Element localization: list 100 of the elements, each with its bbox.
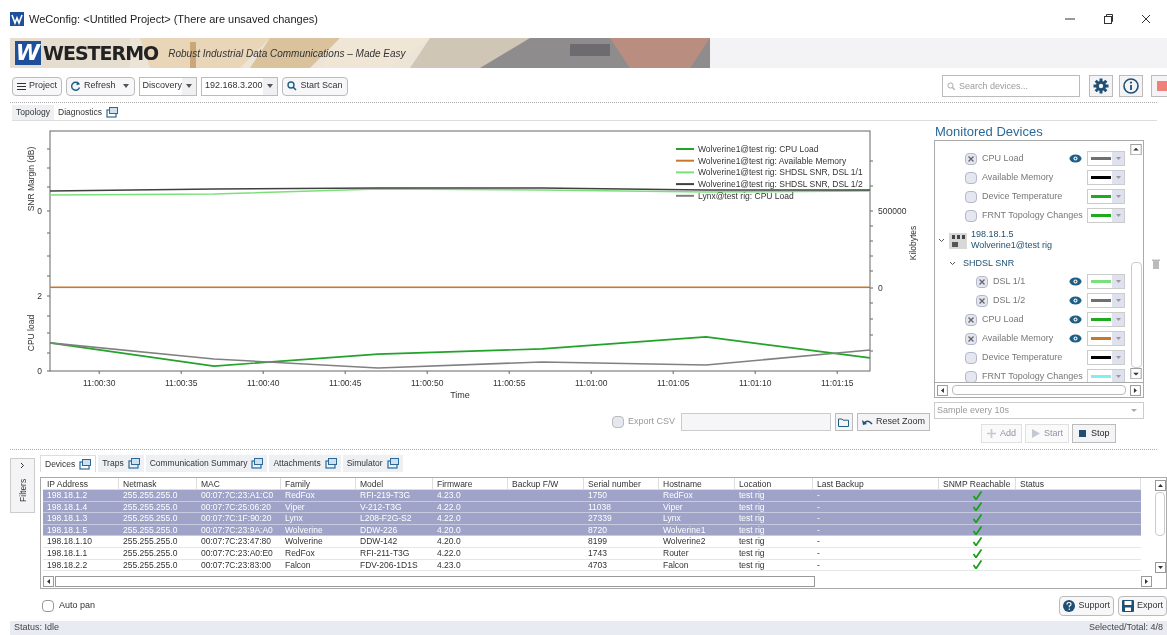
refresh-button[interactable]: Refresh — [66, 76, 135, 96]
scroll-thumb[interactable] — [1130, 262, 1142, 368]
column-header[interactable]: Location — [735, 478, 813, 490]
export-button[interactable]: Export — [1118, 596, 1167, 616]
checkbox[interactable] — [965, 209, 977, 222]
scroll-right-icon[interactable] — [1130, 384, 1141, 396]
color-dropdown[interactable] — [1087, 369, 1125, 382]
table-cell-text: - — [816, 547, 821, 559]
table-row[interactable]: 198.18.1.10 255.255.255.0 00:07:7C:23:47:80 Wolverine DDW-142 4.20.0 8199 Wolverine2 test rig - — [43, 536, 1141, 548]
checkbox[interactable] — [965, 313, 977, 326]
caret-icon — [1115, 176, 1121, 179]
panel-title: Monitored Devices — [935, 123, 1044, 140]
table-cell-text: 198.18.1.2 — [46, 490, 89, 501]
checkbox[interactable] — [611, 416, 624, 428]
color-dropdown[interactable] — [1087, 293, 1125, 308]
panel-tab[interactable]: Devices — [40, 455, 97, 472]
view-tab[interactable]: Topology — [12, 105, 55, 120]
scroll-up-icon[interactable] — [1154, 480, 1166, 491]
restore-icon[interactable] — [1103, 14, 1113, 24]
table-cell-text: 255.255.255.0 — [122, 536, 179, 547]
scroll-thumb[interactable] — [951, 385, 1127, 395]
settings-button[interactable] — [1089, 75, 1113, 97]
column-header[interactable]: IP Address — [43, 478, 119, 490]
checkbox[interactable] — [965, 370, 977, 382]
close-icon[interactable] — [1141, 14, 1151, 24]
column-header[interactable]: Backup F/W — [508, 478, 584, 490]
expand-icon[interactable] — [938, 236, 945, 244]
column-header[interactable]: Status — [1016, 478, 1141, 490]
eye-icon[interactable] — [1069, 334, 1082, 343]
checkbox[interactable] — [976, 294, 988, 307]
filters-tab[interactable]: Filters — [10, 458, 35, 513]
color-dropdown[interactable] — [1087, 312, 1125, 327]
color-dropdown[interactable] — [1087, 331, 1125, 346]
panel-tab[interactable]: Attachments — [269, 455, 341, 472]
column-header[interactable]: SNMP Reachable — [939, 478, 1016, 490]
scroll-left-icon[interactable] — [937, 384, 948, 396]
color-dropdown[interactable] — [1087, 170, 1125, 185]
eye-icon[interactable] — [1069, 277, 1082, 286]
stop-button[interactable]: Stop — [1072, 424, 1116, 443]
axis-title: SNR Margin (dB) — [26, 146, 36, 212]
support-button[interactable]: Support — [1059, 596, 1114, 616]
checkbox[interactable] — [965, 152, 977, 165]
panel-tab[interactable]: Simulator — [342, 455, 403, 472]
checkbox[interactable] — [965, 351, 977, 364]
info-button[interactable] — [1119, 75, 1143, 97]
scroll-left-icon[interactable] — [43, 576, 54, 587]
panel-tab[interactable]: Communication Summary — [145, 455, 268, 472]
caret-icon — [1115, 356, 1121, 359]
scroll-thumb[interactable] — [55, 576, 815, 587]
plus-icon — [987, 429, 996, 438]
checkbox[interactable] — [965, 171, 977, 184]
column-header[interactable]: MAC — [197, 478, 281, 490]
scroll-right-icon[interactable] — [1141, 576, 1152, 587]
checkbox[interactable] — [965, 332, 977, 345]
column-header[interactable]: Hostname — [659, 478, 735, 490]
color-dropdown[interactable] — [1087, 350, 1125, 365]
column-header[interactable]: Netmask — [119, 478, 197, 490]
color-dropdown[interactable] — [1087, 189, 1125, 204]
caret-icon — [1131, 409, 1137, 412]
checkbox[interactable] — [965, 190, 977, 203]
color-dropdown[interactable] — [1087, 274, 1125, 289]
panel-tab[interactable]: Traps — [98, 455, 144, 472]
table-cell-text: test rig — [738, 501, 766, 513]
search-field[interactable]: Search devices... — [942, 75, 1080, 97]
column-header[interactable]: Serial number — [584, 478, 659, 490]
column-header[interactable]: Last Backup — [813, 478, 939, 490]
column-header[interactable]: Model — [356, 478, 433, 490]
scroll-down-icon[interactable] — [1154, 562, 1166, 573]
table-cell-text: Router — [662, 547, 690, 559]
checkbox[interactable] — [42, 600, 54, 612]
table-cell-text: 4.22.0 — [436, 501, 462, 513]
table-cell-text: RedFox — [284, 490, 316, 501]
folder-button[interactable] — [834, 413, 853, 431]
metric-label: Available Memory — [982, 170, 1055, 184]
scroll-thumb[interactable] — [1155, 492, 1165, 536]
color-dropdown[interactable] — [1087, 151, 1125, 166]
start-scan-button[interactable]: Start Scan — [281, 76, 348, 96]
mode-dropdown[interactable]: Discovery — [138, 76, 198, 96]
table-cell-text: 4.23.0 — [436, 490, 462, 501]
table-cell-text: RedFox — [662, 490, 694, 501]
table-cell-text: 198.18.1.1 — [46, 547, 89, 559]
eye-icon[interactable] — [1069, 296, 1082, 305]
axis-tick-label: 11:00:30 — [82, 378, 116, 388]
file-path-field[interactable] — [680, 413, 831, 431]
expand-icon[interactable] — [949, 260, 956, 267]
checkbox[interactable] — [976, 275, 988, 288]
address-dropdown[interactable]: 192.168.3.200 — [201, 76, 278, 96]
scroll-up-icon[interactable] — [1130, 144, 1142, 156]
eye-icon[interactable] — [1069, 315, 1082, 324]
table-cell-text: RFI-219-T3G — [359, 490, 412, 501]
column-header[interactable]: Firmware — [433, 478, 508, 490]
color-dropdown[interactable] — [1087, 208, 1125, 223]
column-header[interactable]: Family — [281, 478, 356, 490]
table-cell-text: L208-F2G-S2 — [359, 513, 413, 524]
project-button[interactable]: Project — [12, 76, 62, 96]
axis-tick-label: 11:00:50 — [410, 378, 444, 388]
help-icon — [1063, 600, 1076, 612]
eye-icon[interactable] — [1069, 154, 1082, 163]
reset-zoom-button[interactable]: Reset Zoom — [856, 413, 930, 431]
scroll-down-icon[interactable] — [1130, 367, 1142, 379]
